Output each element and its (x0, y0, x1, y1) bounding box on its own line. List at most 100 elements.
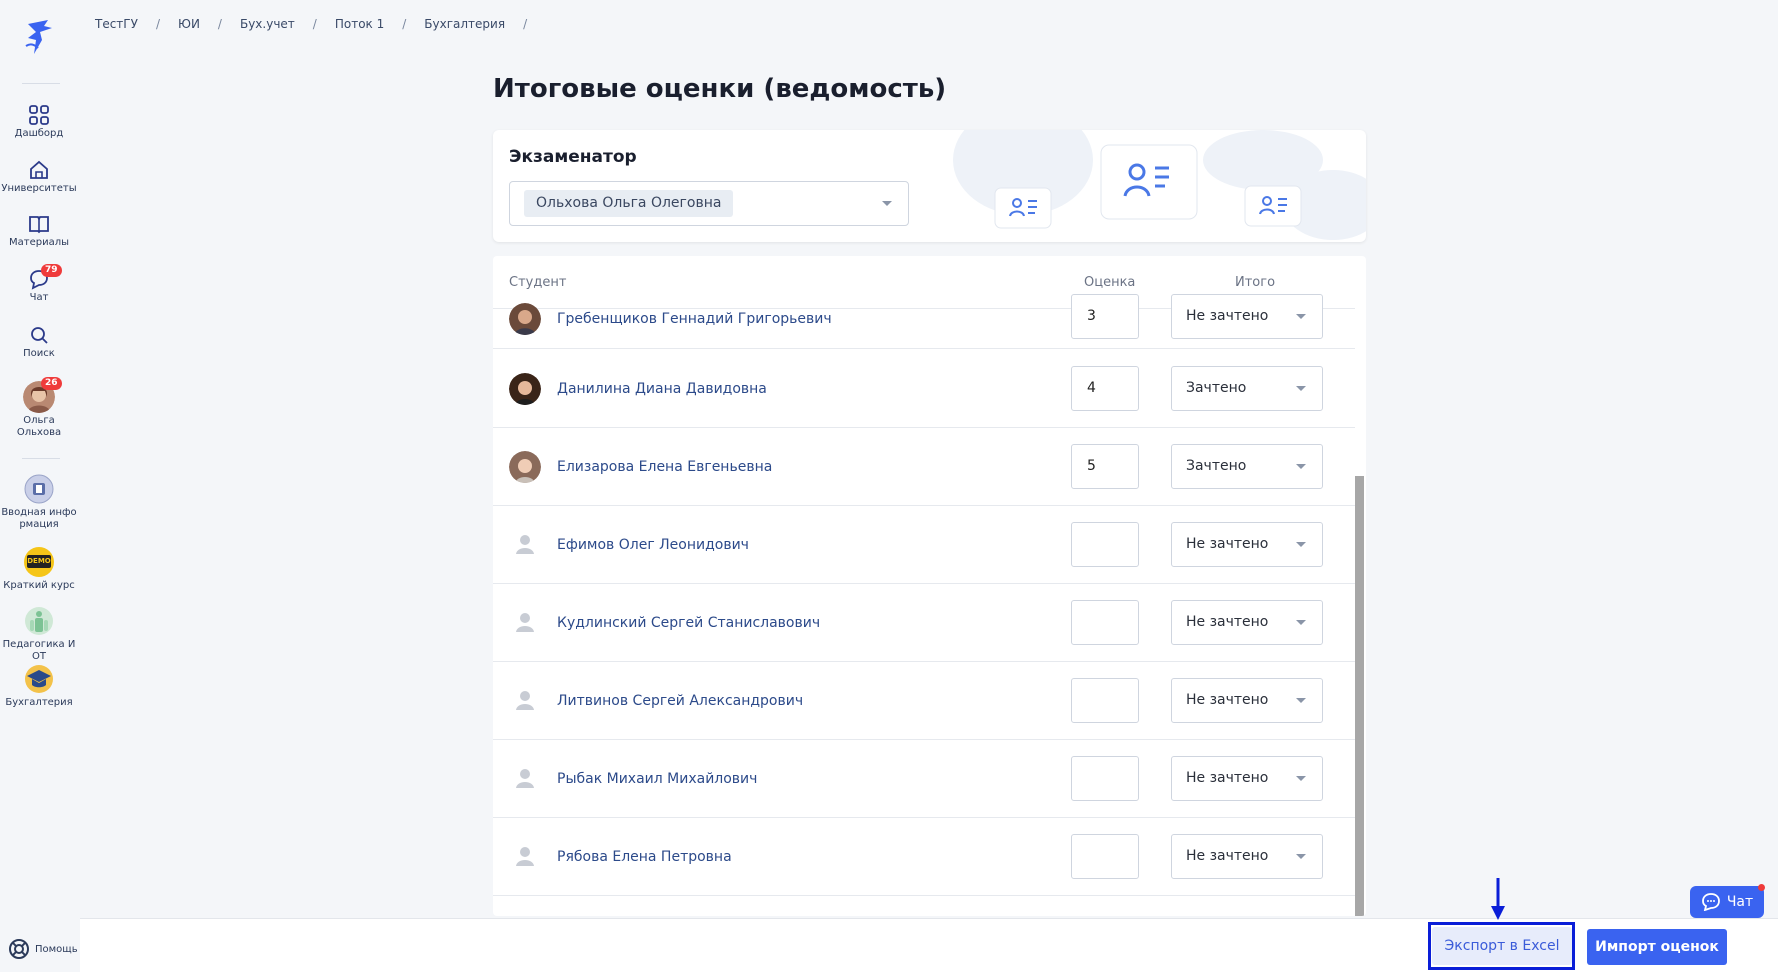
sidebar-item-label: Дашборд (14, 128, 64, 139)
chevron-down-icon (1296, 386, 1306, 391)
user-placeholder-icon (516, 613, 534, 632)
result-select-value: Не зачтено (1186, 770, 1269, 786)
course-pedagogy-icon (25, 607, 53, 635)
student-avatar (509, 451, 541, 483)
chat-widget-label: Чат (1726, 894, 1754, 910)
graduation-cap-icon (25, 665, 53, 693)
student-name-link[interactable]: Ефимов Олег Леонидович (557, 537, 749, 553)
sidebar-item-materials[interactable]: Материалы (0, 213, 78, 249)
table-row: Кудлинский Сергей Станиславович Не зачте… (493, 584, 1355, 662)
grade-input[interactable]: 3 (1071, 294, 1139, 339)
student-name-link[interactable]: Гребенщиков Геннадий Григорьевич (557, 311, 832, 327)
result-select-value: Не зачтено (1186, 308, 1269, 324)
breadcrumb-item[interactable]: Поток 1 (335, 17, 384, 31)
result-select[interactable]: Не зачтено (1171, 756, 1323, 801)
examiner-card: Экзаменатор Ольхова Ольга Олеговна (493, 130, 1366, 242)
breadcrumb-item[interactable]: Бухгалтерия (424, 17, 505, 31)
result-select[interactable]: Не зачтено (1171, 600, 1323, 645)
pointer-arrow-icon (1491, 878, 1505, 920)
breadcrumb-separator: / (312, 17, 317, 31)
result-select[interactable]: Не зачтено (1171, 678, 1323, 723)
student-name-link[interactable]: Рябова Елена Петровна (557, 849, 732, 865)
sidebar-course-accounting[interactable]: Бухгалтерия (0, 664, 78, 709)
help-link[interactable]: Помощь (8, 938, 78, 960)
result-select[interactable]: Зачтено (1171, 444, 1323, 489)
student-avatar (509, 303, 541, 335)
sidebar-item-chat[interactable]: Чат 79 (0, 264, 78, 304)
result-select[interactable]: Не зачтено (1171, 834, 1323, 879)
user-placeholder-icon (516, 847, 534, 866)
grade-input[interactable]: 4 (1071, 366, 1139, 411)
breadcrumb-separator: / (155, 17, 160, 31)
help-label: Помощь (35, 943, 78, 955)
chevron-down-icon (1296, 464, 1306, 469)
sidebar-item-label: Чат (29, 292, 49, 303)
breadcrumb-item[interactable]: ТестГУ (95, 17, 138, 31)
course-label: ОТ (32, 651, 46, 662)
sidebar-item-search[interactable]: Поиск (0, 324, 78, 360)
sidebar-course-pedagogy[interactable]: Педагогика И ОТ (0, 606, 78, 663)
sidebar-item-dashboard[interactable]: Дашборд (0, 104, 78, 140)
sidebar-item-universities[interactable]: Университеты (0, 159, 78, 195)
chat-widget-button[interactable]: Чат (1690, 886, 1764, 918)
grades-table: Студент Оценка Итого Гребенщиков Геннади… (493, 256, 1366, 916)
course-label: рмация (19, 519, 59, 530)
result-select[interactable]: Не зачтено (1171, 522, 1323, 567)
grade-input[interactable] (1071, 834, 1139, 879)
sidebar-item-label: Университеты (1, 183, 77, 194)
student-name-link[interactable]: Елизарова Елена Евгеньевна (557, 459, 772, 475)
student-name-link[interactable]: Кудлинский Сергей Станиславович (557, 615, 820, 631)
chevron-down-icon[interactable] (882, 201, 892, 206)
user-placeholder-icon (516, 535, 534, 554)
table-row: Данилина Диана Давидовна 4 Зачтено (493, 350, 1355, 428)
lifebuoy-icon (9, 939, 29, 959)
chat-notification-dot (1758, 884, 1765, 891)
student-name-link[interactable]: Рыбак Михаил Михайлович (557, 771, 757, 787)
app-logo-icon[interactable] (22, 18, 56, 56)
grade-input[interactable] (1071, 522, 1139, 567)
course-demo-text: DEMO (27, 555, 51, 568)
grade-input[interactable]: 5 (1071, 444, 1139, 489)
breadcrumb-item[interactable]: Бух.учет (240, 17, 295, 31)
table-row: Елизарова Елена Евгеньевна 5 Зачтено (493, 428, 1355, 506)
examiner-select[interactable]: Ольхова Ольга Олеговна (509, 181, 909, 226)
chevron-down-icon (1296, 542, 1306, 547)
dashboard-grid-icon (29, 105, 49, 125)
university-home-icon (30, 160, 48, 179)
sidebar-course-intro[interactable]: Вводная инфо рмация (0, 474, 78, 531)
chevron-down-icon (1296, 776, 1306, 781)
chevron-down-icon (1296, 314, 1306, 319)
sidebar-item-profile[interactable]: Ольга Ольхова 26 (0, 377, 78, 439)
result-select-value: Зачтено (1186, 458, 1247, 474)
sidebar-item-label: Поиск (23, 348, 55, 359)
result-select[interactable]: Зачтено (1171, 366, 1323, 411)
user-placeholder-icon (516, 769, 534, 788)
result-select[interactable]: Не зачтено (1171, 294, 1323, 339)
grade-input[interactable] (1071, 756, 1139, 801)
breadcrumb-separator: / (217, 17, 222, 31)
sidebar-item-label: Материалы (9, 237, 69, 248)
chevron-down-icon (1296, 854, 1306, 859)
sidebar-course-short[interactable]: DEMO Краткий курс (0, 547, 78, 592)
table-row: Гребенщиков Геннадий Григорьевич 3 Не за… (493, 271, 1355, 349)
course-label: Бухгалтерия (5, 697, 73, 708)
student-name-link[interactable]: Данилина Диана Давидовна (557, 381, 767, 397)
result-select-value: Не зачтено (1186, 692, 1269, 708)
student-name-link[interactable]: Литвинов Сергей Александрович (557, 693, 803, 709)
chevron-down-icon (1296, 620, 1306, 625)
sidebar: Дашборд Университеты Материалы Чат 79 По… (0, 0, 78, 972)
course-label: Педагогика И (2, 639, 76, 650)
grade-input[interactable] (1071, 600, 1139, 645)
grade-input[interactable] (1071, 678, 1139, 723)
table-row: Рыбак Михаил Михайлович Не зачтено (493, 740, 1355, 818)
course-intro-icon (24, 474, 54, 504)
result-select-value: Не зачтено (1186, 614, 1269, 630)
result-select-value: Не зачтено (1186, 536, 1269, 552)
book-icon (29, 216, 49, 234)
table-scrollbar[interactable] (1355, 476, 1364, 916)
examiner-selected-chip[interactable]: Ольхова Ольга Олеговна (524, 190, 734, 217)
breadcrumb-item[interactable]: ЮИ (178, 17, 200, 31)
page-title: Итоговые оценки (ведомость) (493, 74, 947, 104)
student-avatar (509, 373, 541, 405)
import-grades-button[interactable]: Импорт оценок (1587, 929, 1727, 965)
